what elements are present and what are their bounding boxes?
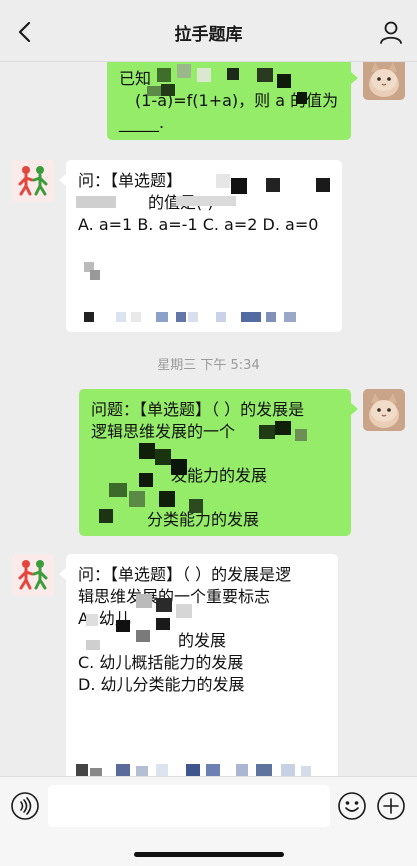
message-bubble-received[interactable]: 问：【单选题】（ ）的发展是逻 辑思维发展的一个重要标志 A. 幼儿 的发展 C…: [66, 554, 338, 776]
more-button[interactable]: [376, 791, 406, 821]
chat-area[interactable]: 已知 (1-a)=f(1+a)，则 a 的值为 _____. 问：【单选题】 的…: [0, 62, 417, 776]
bubble-tail: [59, 568, 66, 580]
message-bubble-sent[interactable]: 问题：【单选题】（ ）的发展是 逻辑思维发展的一个 发能力的发展 分类能力的发展: [79, 389, 351, 536]
message-text: 问题：【单选题】（ ）的发展是: [91, 400, 305, 419]
bot-avatar[interactable]: [12, 554, 54, 596]
my-avatar[interactable]: [363, 389, 405, 431]
emoji-icon: [338, 792, 366, 820]
message-text: 问：【单选题】（ ）的发展是逻: [78, 565, 292, 584]
bot-avatar[interactable]: [12, 160, 54, 202]
chat-title: 拉手题库: [174, 25, 243, 45]
timestamp-label: 星期三 下午 5:34: [157, 358, 260, 373]
cat-avatar-icon: [363, 389, 405, 431]
two-people-logo-icon: [12, 160, 54, 202]
bubble-tail: [351, 403, 358, 415]
bubble-tail: [351, 72, 358, 84]
message-bubble-sent[interactable]: 已知 (1-a)=f(1+a)，则 a 的值为 _____.: [107, 62, 351, 140]
chat-info-button[interactable]: [377, 18, 405, 46]
redaction-mosaic: [99, 419, 339, 529]
home-indicator: [134, 852, 284, 857]
message-bubble-received[interactable]: 问：【单选题】 的值是( ) A. a=1 B. a=-1 C. a=2 D. …: [66, 160, 342, 332]
redaction-mosaic: [76, 166, 336, 326]
emoji-button[interactable]: [337, 791, 367, 821]
plus-icon: [377, 792, 405, 820]
nav-bar: 拉手题库: [0, 0, 417, 62]
voice-button[interactable]: [10, 791, 40, 821]
message-text: _____.: [119, 113, 165, 132]
my-avatar[interactable]: [363, 62, 405, 100]
redaction-mosaic: [76, 594, 336, 776]
voice-icon: [11, 792, 39, 820]
bubble-tail: [59, 174, 66, 186]
cat-avatar-icon: [363, 62, 405, 100]
message-input[interactable]: [48, 785, 330, 827]
redaction-mosaic: [147, 62, 307, 112]
person-icon: [380, 21, 402, 44]
two-people-logo-icon: [12, 554, 54, 596]
